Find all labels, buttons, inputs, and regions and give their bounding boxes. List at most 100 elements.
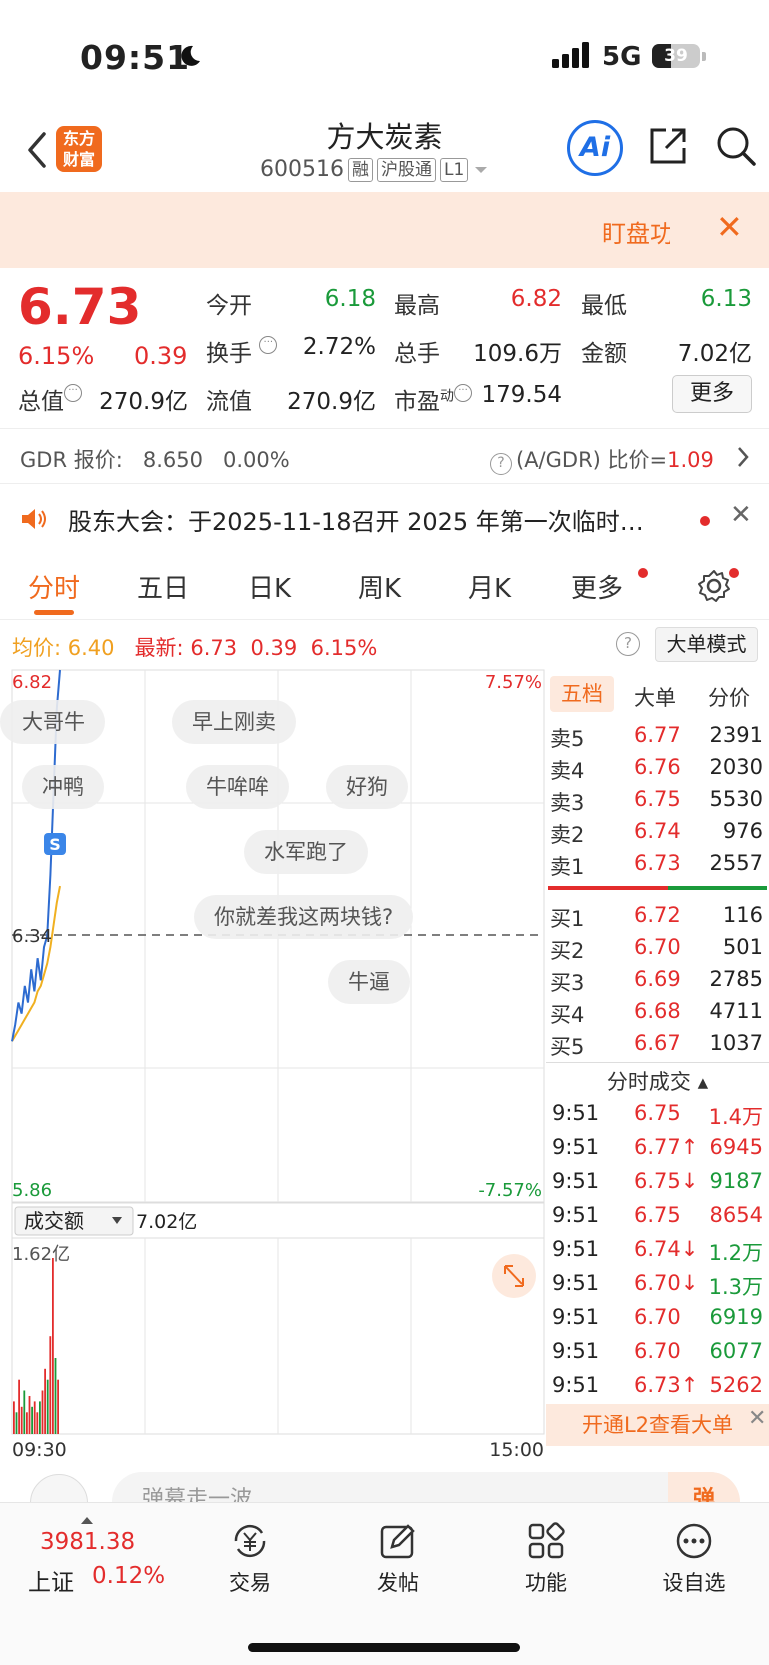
row-price: 6.68 [634, 999, 681, 1023]
avg-price-line [11, 885, 61, 1042]
sell-row: 卖3 6.75 5530 [546, 784, 769, 816]
book-tab-big-order[interactable]: 大单 [634, 682, 676, 712]
row-price: 6.73 [634, 851, 681, 875]
label-pe[interactable]: 市盈动 ··· [394, 382, 472, 416]
bullet-comment[interactable]: 水军跑了 [244, 830, 368, 874]
gdr-row[interactable]: GDR 报价: 8.650 0.00% ? (A/GDR) 比价=1.09 [0, 428, 769, 484]
index-name[interactable]: 上证 [28, 1563, 74, 1597]
nav-post[interactable]: 发帖 [348, 1521, 448, 1597]
tab-intraday[interactable]: 分时 [28, 568, 80, 605]
open-l2-button[interactable]: 开通L2查看大单 [546, 1404, 769, 1446]
stock-code: 600516 [260, 157, 344, 182]
bullet-comment[interactable]: 牛逼 [328, 960, 410, 1004]
banner-close-icon[interactable]: ✕ [716, 208, 743, 246]
row-volume: 4711 [709, 999, 763, 1023]
nav-watchlist-label: 设自选 [662, 1571, 726, 1595]
divider [546, 1062, 769, 1063]
trade-price: 6.70↓ [634, 1271, 699, 1295]
trade-volume: 1.3万 [708, 1275, 763, 1299]
notice-bar[interactable]: 股东大会：于2025-11-18召开 2025 年第一次临时… ✕ [0, 484, 769, 552]
label-market-cap[interactable]: 总值 ··· [18, 382, 82, 416]
nav-trade[interactable]: 交易 [200, 1521, 300, 1597]
trade-time: 9:51 [552, 1271, 600, 1295]
trade-row: 9:51 6.73↑ 5262 [546, 1370, 769, 1404]
sell-mark[interactable]: S [44, 833, 66, 855]
danmu-input[interactable]: 弹幕走一波 [112, 1472, 740, 1502]
value-amount: 7.02亿 [677, 341, 752, 367]
buy-row: 买4 6.68 4711 [546, 996, 769, 1028]
notice-close-icon[interactable]: ✕ [730, 500, 752, 530]
nav-post-label: 发帖 [377, 1571, 419, 1595]
help-icon[interactable]: ? [616, 632, 640, 656]
volume-bar [26, 1412, 28, 1434]
book-tab-price-dist[interactable]: 分价 [708, 682, 750, 712]
nav-function[interactable]: 功能 [496, 1521, 596, 1597]
big-order-mode-button[interactable]: 大单模式 [655, 627, 758, 662]
current-price: 6.73 [18, 278, 142, 336]
bullet-comment[interactable]: 冲鸭 [22, 765, 104, 809]
row-label: 卖5 [550, 727, 585, 751]
bullet-comment[interactable]: 你就差我这两块钱? [194, 895, 414, 939]
row-label: 买1 [550, 907, 585, 931]
volume-bar [23, 1390, 26, 1434]
search-icon[interactable] [714, 124, 758, 168]
svg-text:S: S [49, 835, 61, 854]
trade-price: 6.74↓ [634, 1237, 699, 1261]
more-button[interactable]: 更多 [672, 375, 752, 413]
row-volume: 501 [722, 935, 763, 959]
label-high: 最高 [394, 293, 440, 319]
gdr-ratio-label: (A/GDR) 比价= [516, 448, 668, 472]
more-dots-icon [676, 1523, 712, 1559]
moon-icon [181, 45, 200, 66]
volume-selector[interactable]: 成交额 [24, 1209, 84, 1233]
y-max-label: 6.82 [12, 672, 52, 693]
row-label: 买5 [550, 1035, 585, 1059]
x-end-label: 15:00 [489, 1439, 544, 1458]
trade-volume: 6919 [709, 1305, 763, 1329]
trade-time: 9:51 [552, 1339, 600, 1363]
l2-close-icon[interactable]: ✕ [748, 1406, 766, 1431]
tab-monthly-k[interactable]: 月K [468, 568, 511, 605]
volume-bar [15, 1412, 18, 1434]
tab-daily-k[interactable]: 日K [248, 568, 291, 605]
row-volume: 2030 [709, 755, 763, 779]
book-tab-five[interactable]: 五档 [550, 676, 614, 712]
gear-icon[interactable] [696, 568, 732, 604]
value-pe: 179.54 [481, 382, 562, 408]
stock-header: 东方 财富 方大炭素 600516 融 沪股通 L1 Ai [0, 110, 769, 192]
tab-five-day[interactable]: 五日 [137, 568, 189, 605]
volume-bar [31, 1406, 33, 1434]
bullet-comment[interactable]: 大哥牛 [0, 700, 105, 744]
trades-header[interactable]: 分时成交 ▴ [546, 1066, 769, 1096]
trade-price: 6.70 [634, 1305, 681, 1329]
ai-button[interactable]: Ai [567, 120, 623, 176]
value-low: 6.13 [700, 286, 752, 312]
sell-ratio-fill [548, 886, 669, 890]
trade-price: 6.75↓ [634, 1169, 699, 1193]
label-turnover[interactable]: 换手 ··· [206, 334, 278, 368]
gdr-ratio-value: 1.09 [667, 448, 714, 472]
change-percent: 6.15% [18, 342, 95, 370]
banner-text: 盯盘功能 [602, 220, 670, 248]
speaker-icon [22, 509, 46, 529]
tab-weekly-k[interactable]: 周K [358, 568, 401, 605]
tag-margin: 融 [347, 157, 373, 182]
grid-icon [528, 1522, 565, 1559]
gdr-label: GDR 报价: [20, 448, 123, 472]
help-icon[interactable]: ? [490, 453, 512, 475]
danmu-toggle-button[interactable] [30, 1474, 88, 1502]
latest-change: 0.39 [250, 636, 298, 660]
watch-banner[interactable]: 盯盘功能 ✕ [0, 192, 769, 268]
share-icon[interactable] [646, 124, 690, 168]
row-price: 6.72 [634, 903, 681, 927]
bullet-comment[interactable]: 早上刚卖 [172, 700, 296, 744]
bullet-comment[interactable]: 好狗 [326, 765, 408, 809]
volume-bars [13, 1258, 59, 1434]
nav-add-watchlist[interactable]: 设自选 [644, 1521, 744, 1597]
stock-subtitle[interactable]: 600516 融 沪股通 L1 [260, 157, 490, 182]
info-icon: ··· [259, 336, 278, 354]
tab-more[interactable]: 更多 [571, 568, 623, 605]
index-value[interactable]: 3981.38 [40, 1529, 135, 1555]
danmu-send-button[interactable]: 弹 [668, 1472, 740, 1502]
bullet-comment[interactable]: 牛哞哞 [186, 765, 289, 809]
